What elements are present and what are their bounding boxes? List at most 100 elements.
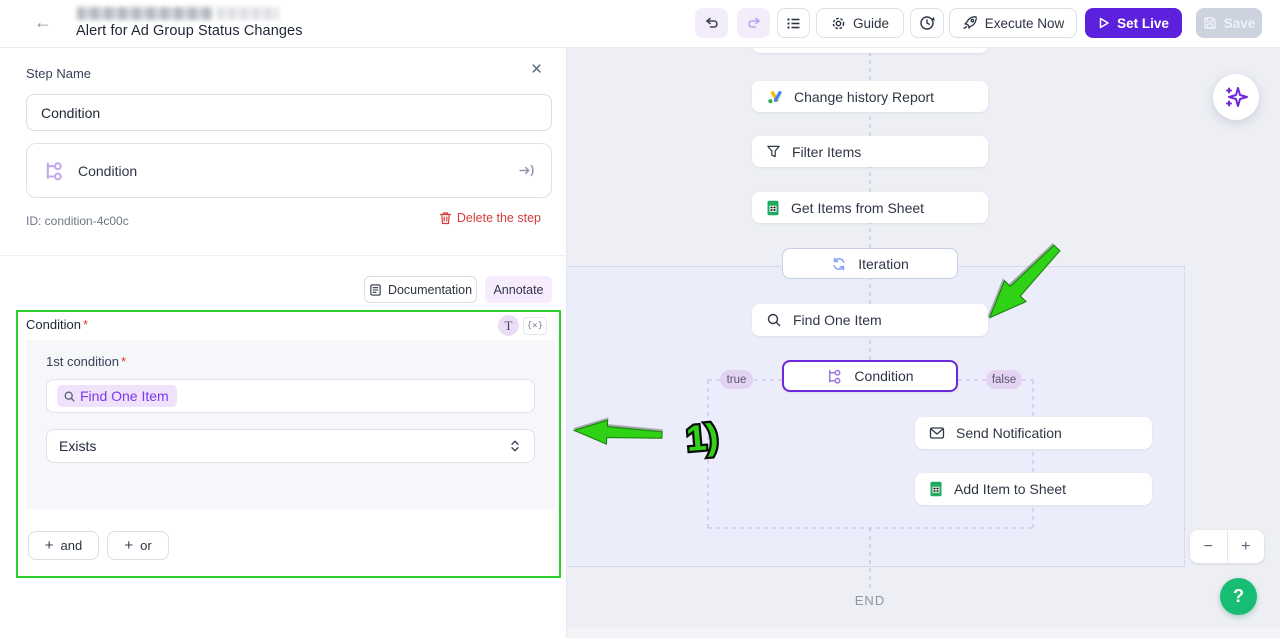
end-label: END (820, 593, 920, 608)
gear-icon (831, 16, 846, 31)
redacted-breadcrumb-2 (217, 7, 279, 20)
redacted-breadcrumb (77, 7, 213, 20)
delete-step-button[interactable]: Delete the step (439, 211, 541, 225)
add-and-label: and (61, 538, 83, 553)
set-live-button[interactable]: Set Live (1085, 8, 1182, 38)
execute-now-button[interactable]: Execute Now (949, 8, 1077, 38)
node-get-items-from-sheet[interactable]: Get Items from Sheet (752, 192, 988, 223)
search-icon (766, 312, 782, 328)
variable-mode-badge[interactable]: {×} (523, 317, 547, 335)
guide-button[interactable]: Guide (816, 8, 904, 38)
loop-icon (831, 256, 847, 272)
sheets-icon (766, 200, 780, 216)
node-partial-top[interactable] (752, 48, 988, 53)
document-icon (369, 283, 382, 297)
add-and-button[interactable]: + and (28, 531, 99, 560)
documentation-button[interactable]: Documentation (364, 276, 477, 303)
chevron-up-down-icon (508, 438, 522, 454)
node-label: Iteration (858, 256, 909, 272)
node-iteration[interactable]: Iteration (782, 248, 958, 279)
node-label: Condition (854, 368, 913, 384)
step-editor-panel: × Step Name Condition Condition ID: cond… (0, 48, 567, 638)
node-label: Get Items from Sheet (791, 200, 924, 216)
canvas-scrollbar-track (567, 628, 1280, 638)
node-filter-items[interactable]: Filter Items (752, 136, 988, 167)
workflow-canvas[interactable]: Change history Report Filter Items Get I… (567, 48, 1280, 638)
help-button[interactable]: ? (1220, 578, 1257, 615)
workflow-title: Alert for Ad Group Status Changes (76, 23, 303, 39)
enter-icon (518, 162, 535, 179)
condition-value-input[interactable]: Find One Item (46, 379, 535, 413)
canvas-zoom-control: − + (1190, 530, 1264, 563)
save-icon (1203, 16, 1217, 30)
guide-label: Guide (853, 16, 889, 31)
search-icon (63, 390, 76, 403)
sheets-icon (929, 481, 943, 497)
required-mark: * (121, 354, 126, 369)
value-chip[interactable]: Find One Item (57, 385, 177, 407)
annotate-label: Annotate (493, 283, 543, 297)
step-name-label: Step Name (26, 66, 91, 81)
history-button[interactable] (910, 8, 944, 38)
step-name-input[interactable]: Condition (26, 94, 552, 131)
step-type-label: Condition (78, 163, 505, 179)
play-icon (1098, 17, 1110, 29)
zoom-out-button[interactable]: − (1190, 530, 1228, 563)
required-mark: * (83, 317, 88, 332)
step-type-card[interactable]: Condition (26, 143, 552, 198)
first-condition-label: 1st condition* (46, 354, 126, 369)
branch-label-false: false (986, 370, 1022, 389)
workflow-builder-screen: ← Alert for Ad Group Status Changes Guid… (0, 0, 1280, 638)
condition-section-label: Condition* (26, 317, 88, 332)
clock-history-icon (919, 15, 935, 31)
add-or-button[interactable]: + or (107, 531, 169, 560)
operator-select[interactable]: Exists (46, 429, 535, 463)
ordered-list-icon (786, 16, 801, 31)
add-or-label: or (140, 538, 152, 553)
set-live-label: Set Live (1117, 16, 1169, 31)
undo-icon (704, 16, 720, 31)
save-label: Save (1224, 16, 1256, 31)
back-icon[interactable]: ← (34, 12, 52, 33)
top-bar: ← Alert for Ad Group Status Changes Guid… (0, 0, 1280, 48)
node-label: Add Item to Sheet (954, 481, 1066, 497)
node-label: Find One Item (793, 312, 882, 328)
envelope-icon (929, 426, 945, 440)
step-id: ID: condition-4c00c (26, 214, 129, 228)
plus-icon: + (124, 538, 133, 553)
node-label: Filter Items (792, 144, 861, 160)
annotate-button[interactable]: Annotate (485, 276, 552, 303)
undo-button[interactable] (695, 8, 728, 38)
steps-list-button[interactable] (777, 8, 810, 38)
redo-icon (746, 16, 762, 31)
save-button[interactable]: Save (1196, 8, 1262, 38)
node-add-item-to-sheet[interactable]: Add Item to Sheet (915, 473, 1152, 505)
funnel-icon (766, 144, 781, 159)
rocket-icon (962, 15, 978, 31)
condition-section: Condition* T {×} 1st condition* Find One… (16, 310, 561, 578)
step-name-value: Condition (41, 105, 100, 121)
node-label: Change history Report (794, 89, 934, 105)
branch-label-true: true (720, 370, 753, 389)
redo-button[interactable] (737, 8, 770, 38)
close-icon[interactable]: × (531, 60, 542, 79)
ai-assistant-button[interactable] (1213, 74, 1259, 120)
node-find-one-item[interactable]: Find One Item (752, 304, 988, 336)
node-condition-selected[interactable]: Condition (782, 360, 958, 392)
branch-icon (826, 368, 843, 385)
zoom-in-button[interactable]: + (1228, 530, 1265, 563)
delete-step-label: Delete the step (457, 211, 541, 225)
panel-divider (0, 255, 567, 256)
text-mode-badge[interactable]: T (498, 315, 519, 336)
execute-now-label: Execute Now (985, 16, 1065, 31)
node-send-notification[interactable]: Send Notification (915, 417, 1152, 449)
sparkle-icon (1223, 84, 1249, 110)
trash-icon (439, 211, 452, 225)
operator-value: Exists (59, 438, 96, 454)
google-ads-icon (766, 89, 783, 105)
branch-icon (43, 160, 65, 182)
documentation-label: Documentation (388, 283, 472, 297)
condition-builder: 1st condition* Find One Item Exists (26, 340, 555, 509)
plus-icon: + (45, 538, 54, 553)
node-change-history-report[interactable]: Change history Report (752, 81, 988, 112)
